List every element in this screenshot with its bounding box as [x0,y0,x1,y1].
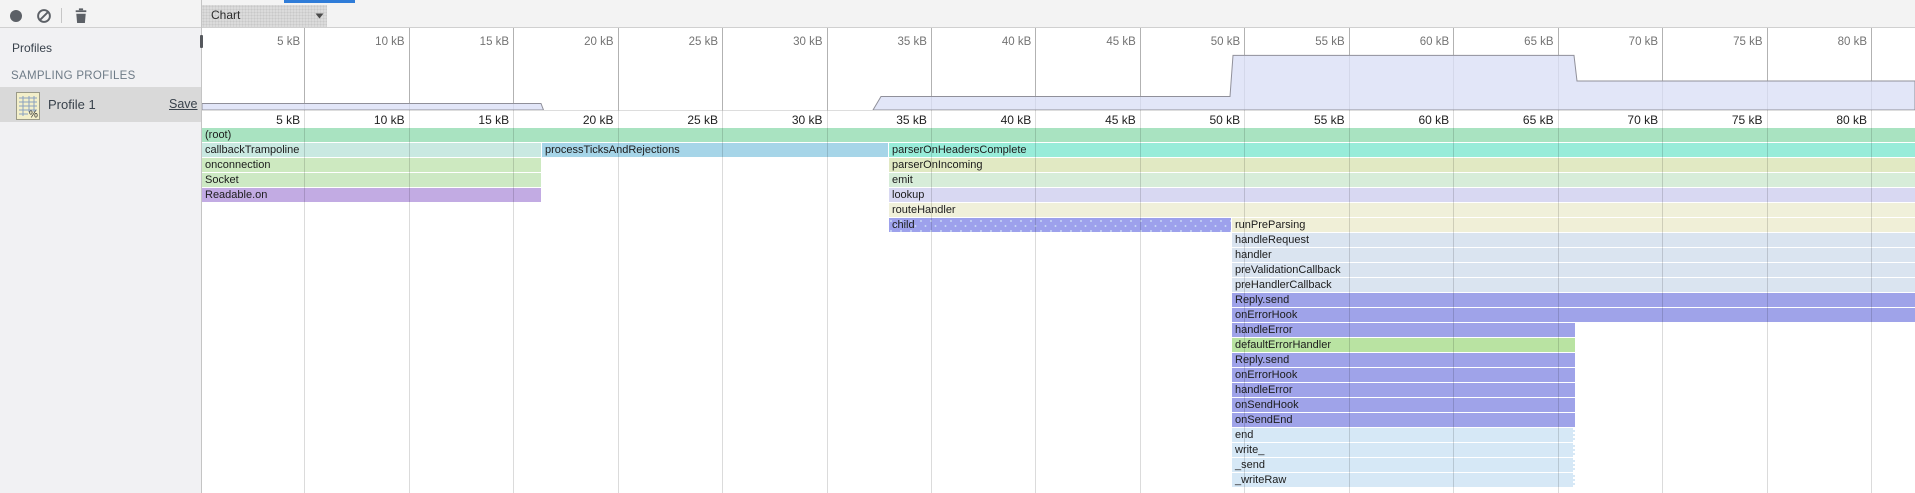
svg-text:%: % [29,110,38,121]
